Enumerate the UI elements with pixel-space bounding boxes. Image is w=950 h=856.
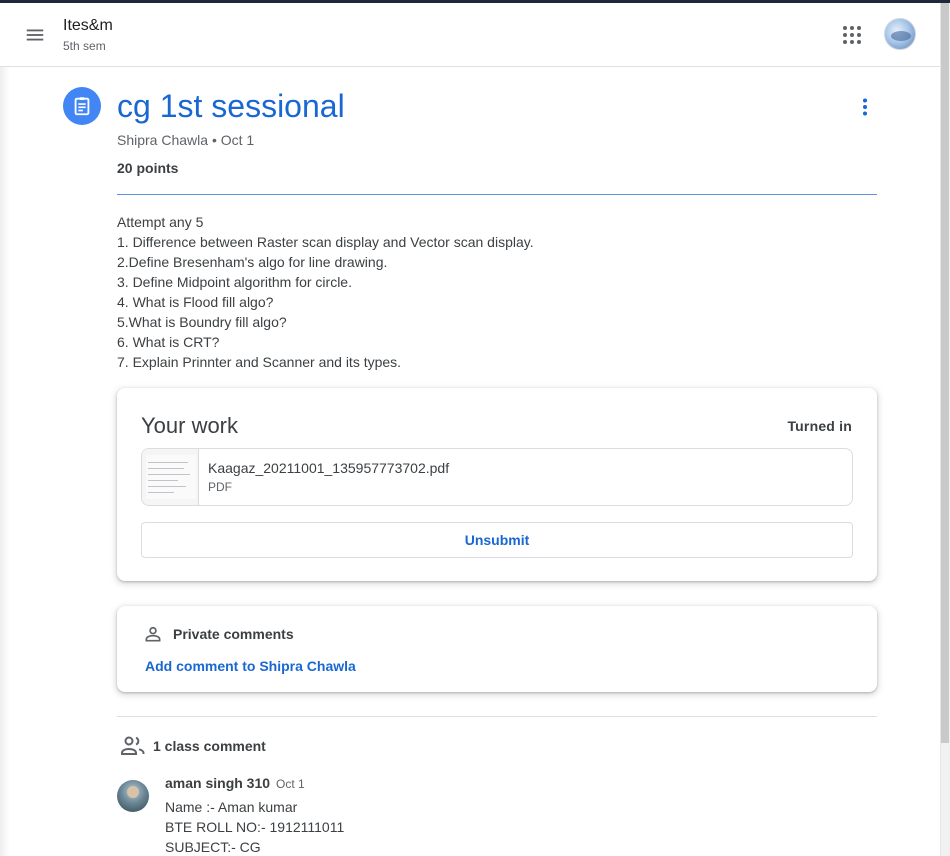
comment-line: SUBJECT:- CG	[165, 839, 261, 855]
commenter-avatar	[117, 780, 149, 812]
google-apps-button[interactable]	[836, 19, 868, 51]
assignment-icon	[74, 97, 90, 116]
assignment-type-badge	[63, 87, 101, 125]
scrollbar-thumb[interactable]	[941, 3, 949, 743]
account-avatar[interactable]	[884, 18, 916, 50]
description-line: 6. What is CRT?	[117, 334, 220, 350]
description-line: 3. Define Midpoint algorithm for circle.	[117, 274, 352, 290]
class-name[interactable]: Ites&m	[63, 17, 113, 35]
attachment-name: Kaagaz_20211001_135957773702.pdf	[208, 460, 450, 476]
hamburger-icon	[26, 29, 44, 41]
description-line: 4. What is Flood fill algo?	[117, 294, 274, 310]
assignment-points: 20 points	[117, 160, 179, 176]
comment-body: Name :- Aman kumar BTE ROLL NO:- 1912111…	[165, 797, 344, 856]
description-line: 7. Explain Prinnter and Scanner and its …	[117, 354, 402, 370]
person-icon	[145, 626, 161, 642]
comment-line: BTE ROLL NO:- 1912111011	[165, 819, 345, 835]
description-line: 1. Difference between Raster scan displa…	[117, 234, 534, 250]
thumbnail-line	[148, 468, 184, 469]
description-line: 2.Define Bresenham's algo for line drawi…	[117, 254, 388, 270]
private-comments-label: Private comments	[173, 626, 294, 642]
attachment-item[interactable]: Kaagaz_20211001_135957773702.pdf PDF	[141, 448, 853, 506]
main-menu-button[interactable]	[16, 16, 54, 54]
thumbnail-line	[148, 474, 190, 475]
thumbnail-line	[148, 486, 186, 487]
assignment-description: Attempt any 5 1. Difference between Rast…	[117, 212, 877, 372]
title-divider	[117, 194, 877, 195]
description-line: 5.What is Boundry fill algo?	[117, 314, 287, 330]
your-work-title: Your work	[141, 413, 239, 438]
thumbnail-line	[148, 480, 178, 481]
more-options-button[interactable]	[850, 92, 880, 122]
left-edge-shade	[0, 67, 10, 856]
app-bar: Ites&m 5th sem	[0, 3, 940, 67]
class-section: 5th sem	[63, 39, 106, 53]
unsubmit-button[interactable]: Unsubmit	[141, 522, 853, 558]
your-work-card: Your work Turned in Kaagaz_20211001_1359…	[117, 388, 877, 581]
submission-status: Turned in	[787, 418, 852, 434]
comment-date: Oct 1	[276, 777, 305, 791]
thumbnail-line	[148, 462, 188, 463]
assignment-meta: Shipra Chawla • Oct 1	[117, 132, 255, 148]
people-icon	[121, 736, 145, 755]
thumbnail-line	[148, 492, 174, 493]
class-comments-divider	[117, 716, 877, 717]
private-comments-card: Private comments Add comment to Shipra C…	[117, 606, 877, 692]
attachment-type: PDF	[208, 480, 232, 494]
apps-grid-icon	[843, 26, 861, 44]
more-vert-icon	[863, 98, 867, 116]
add-private-comment-link[interactable]: Add comment to Shipra Chawla	[145, 658, 356, 674]
comment-line: Name :- Aman kumar	[165, 799, 298, 815]
assignment-title: cg 1st sessional	[117, 88, 345, 124]
pdf-thumbnail	[142, 449, 199, 505]
class-comments-label[interactable]: 1 class comment	[153, 738, 266, 754]
description-line: Attempt any 5	[117, 214, 204, 230]
comment-author: aman singh 310	[165, 775, 271, 791]
